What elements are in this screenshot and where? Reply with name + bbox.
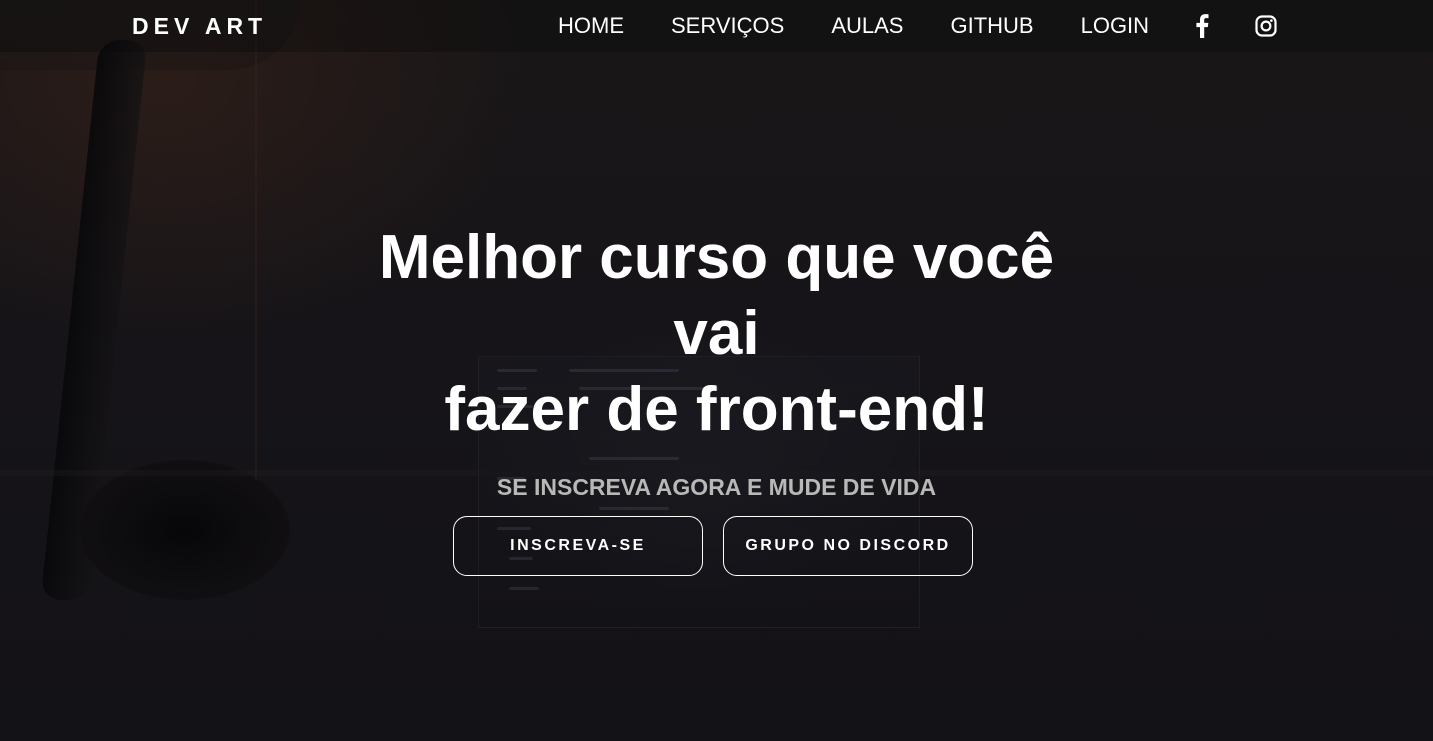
hero-title-line-2: fazer de front-end! [444, 375, 989, 444]
brand-logo[interactable]: DEV ART [132, 13, 267, 40]
instagram-icon-svg [1255, 15, 1277, 37]
landing-page: DEV ART HOME SERVIÇOS AULAS GITHUB LOGIN… [0, 0, 1433, 741]
hero-title-line-1: Melhor curso que você vai [378, 223, 1055, 368]
top-navbar: DEV ART HOME SERVIÇOS AULAS GITHUB LOGIN [0, 0, 1433, 52]
nav-link-github[interactable]: GITHUB [950, 12, 1033, 40]
hero-title: Melhor curso que você vai fazer de front… [337, 220, 1097, 448]
hero-buttons: INSCREVA-SE GRUPO NO DISCORD [453, 516, 973, 576]
discord-group-button[interactable]: GRUPO NO DISCORD [723, 516, 973, 576]
subscribe-button[interactable]: INSCREVA-SE [453, 516, 703, 576]
nav-links: HOME SERVIÇOS AULAS GITHUB LOGIN [558, 12, 1196, 40]
nav-link-home[interactable]: HOME [558, 12, 624, 40]
code-line [599, 507, 669, 510]
nav-link-servicos[interactable]: SERVIÇOS [671, 12, 784, 40]
nav-link-aulas[interactable]: AULAS [831, 12, 903, 40]
facebook-icon[interactable] [1190, 12, 1214, 40]
facebook-icon-svg [1196, 14, 1209, 38]
code-line [509, 587, 539, 590]
hero-subtitle: SE INSCREVA AGORA E MUDE DE VIDA [496, 474, 937, 500]
instagram-icon[interactable] [1254, 12, 1278, 40]
nav-link-login[interactable]: LOGIN [1081, 12, 1149, 40]
hero-section: Melhor curso que você vai fazer de front… [0, 220, 1433, 502]
